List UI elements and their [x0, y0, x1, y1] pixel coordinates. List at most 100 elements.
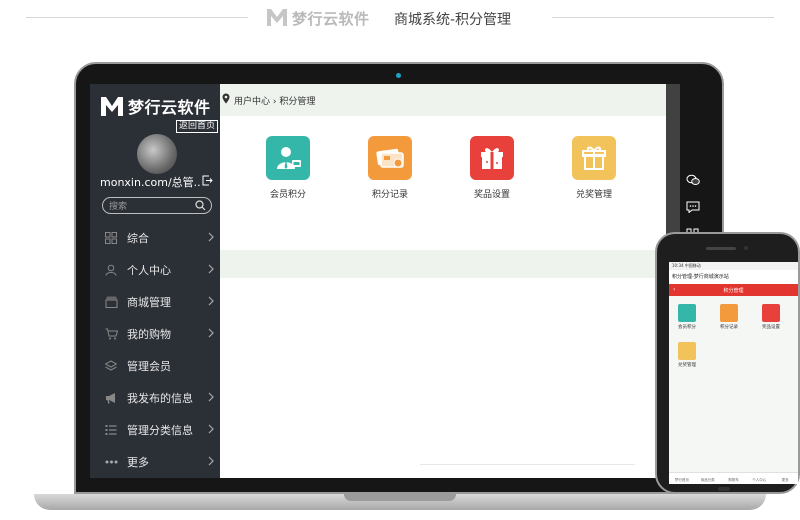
shop-icon — [104, 295, 118, 309]
sidebar-item-label: 管理会员 — [127, 360, 171, 373]
prize-settings-icon — [470, 136, 514, 180]
search-placeholder: 搜索 — [109, 202, 128, 212]
breadcrumb-current: 积分管理 — [279, 97, 316, 107]
tile-redemption-management[interactable]: 兑奖管理 — [564, 136, 624, 200]
message-icon[interactable] — [686, 201, 700, 213]
sidebar-item-profile[interactable]: 个人中心 — [90, 254, 220, 286]
phone-nav-more[interactable]: 更多 — [772, 473, 798, 484]
sidebar-item-label: 商城管理 — [127, 296, 171, 309]
more-icon — [104, 455, 118, 469]
phone-tile-points-record[interactable]: 积分记录 — [715, 304, 743, 330]
breadcrumb-separator: › — [272, 97, 277, 107]
phone-nav-categories[interactable]: 商品分类 — [695, 473, 721, 484]
points-record-icon — [368, 136, 412, 180]
laptop-notch — [344, 494, 456, 501]
chevron-right-icon — [208, 264, 214, 274]
main-content: 用户中心 › 积分管理 会员积分 积分记录 奖品设置 兑奖管理 — [220, 84, 666, 478]
phone-status-bar: 10:34 中国移动 — [669, 262, 798, 270]
chevron-right-icon — [208, 392, 214, 402]
sidebar-item-manage-members[interactable]: 管理会员 — [90, 350, 220, 382]
tile-label: 会员积分 — [678, 325, 696, 330]
sidebar-item-label: 我发布的信息 — [127, 392, 193, 405]
tile-label: 积分记录 — [371, 190, 408, 200]
gift-icon — [678, 342, 696, 360]
tile-member-points[interactable]: 会员积分 — [258, 136, 318, 200]
sidebar: 梦行云软件 返回首页 monxin.com/总管... 搜索 综合 个人中心 商… — [90, 84, 220, 478]
megaphone-icon — [104, 391, 118, 405]
grid-icon — [104, 231, 118, 245]
phone-screen: 10:34 中国移动 积分管理-梦行商城演示站 ‹ 积分管理 会员积分 积分记录… — [669, 262, 798, 484]
chevron-right-icon — [208, 232, 214, 242]
phone-nav-profile[interactable]: 个人中心 — [746, 473, 772, 484]
phone-camera — [744, 246, 748, 250]
tile-label: 积分记录 — [720, 325, 738, 330]
phone-tile-member-points[interactable]: 会员积分 — [673, 304, 701, 330]
tile-prize-settings[interactable]: 奖品设置 — [462, 136, 522, 200]
logout-icon[interactable] — [202, 175, 213, 186]
divider — [420, 464, 635, 465]
sidebar-item-shop-admin[interactable]: 商城管理 — [90, 286, 220, 318]
location-pin-icon — [222, 93, 230, 104]
phone-tile-prize-settings[interactable]: 奖品设置 — [757, 304, 785, 330]
back-home-button[interactable]: 返回首页 — [176, 120, 219, 133]
phone-nav-home[interactable]: 梦行首页 — [669, 473, 695, 484]
heading-subtitle: 商城系统-积分管理 — [394, 12, 512, 28]
tile-label: 兑奖管理 — [575, 190, 612, 200]
phone-body: 会员积分 积分记录 奖品设置 兑奖管理 — [669, 296, 798, 472]
phone-speaker — [706, 247, 736, 250]
phone-status-text: 10:34 中国移动 — [672, 263, 701, 268]
sidebar-item-label: 综合 — [127, 232, 149, 245]
phone-title-bar: 积分管理-梦行商城演示站 — [669, 270, 798, 282]
sidebar-item-general[interactable]: 综合 — [90, 222, 220, 254]
chevron-right-icon — [208, 328, 214, 338]
sidebar-item-label: 我的购物 — [127, 328, 171, 341]
heading-divider-right — [552, 17, 774, 18]
sidebar-item-my-posts[interactable]: 我发布的信息 — [90, 382, 220, 414]
breadcrumb-home-link[interactable]: 用户中心 — [234, 97, 270, 107]
tile-label: 兑奖管理 — [678, 363, 696, 368]
content-band — [220, 250, 666, 278]
member-points-icon — [266, 136, 310, 180]
chevron-right-icon — [208, 456, 214, 466]
user-icon — [104, 263, 118, 277]
prize-settings-icon — [762, 304, 780, 322]
heading-divider-left — [26, 17, 248, 18]
user-name[interactable]: monxin.com/总管... — [100, 174, 200, 190]
phone-home-button — [718, 487, 730, 491]
heading-brand: 梦行云软件 — [292, 10, 370, 28]
phone-header: ‹ 积分管理 — [669, 284, 798, 296]
search-input[interactable]: 搜索 — [102, 197, 212, 214]
layers-icon — [104, 359, 118, 373]
sidebar-logo-icon[interactable] — [100, 95, 124, 117]
phone-page-title: 积分管理-梦行商城演示站 — [672, 274, 729, 280]
sidebar-item-label: 个人中心 — [127, 264, 171, 277]
sidebar-item-more[interactable]: 更多 — [90, 446, 220, 478]
member-points-icon — [678, 304, 696, 322]
sidebar-menu: 综合 个人中心 商城管理 我的购物 管理会员 我发布的信息 管理分类信息 更多 — [90, 222, 220, 478]
sidebar-item-manage-classifieds[interactable]: 管理分类信息 — [90, 414, 220, 446]
laptop-camera — [396, 73, 401, 78]
breadcrumb: 用户中心 › 积分管理 — [220, 84, 666, 116]
brand-logo-icon — [267, 9, 287, 26]
sidebar-brand[interactable]: 梦行云软件 — [128, 94, 211, 118]
gift-icon — [572, 136, 616, 180]
chevron-right-icon — [208, 424, 214, 434]
cart-icon — [104, 327, 118, 341]
phone-header-title: 积分管理 — [723, 288, 744, 294]
list-icon — [104, 423, 118, 437]
page-heading: 梦行云软件 商城系统-积分管理 — [0, 0, 800, 36]
avatar[interactable] — [137, 134, 177, 174]
phone-nav-cart[interactable]: 购物车 — [721, 473, 747, 484]
tile-label: 会员积分 — [269, 190, 306, 200]
tile-label: 奖品设置 — [762, 325, 780, 330]
search-icon[interactable] — [195, 200, 206, 211]
phone-tile-redemption-management[interactable]: 兑奖管理 — [673, 342, 701, 368]
wechat-icon[interactable] — [686, 174, 700, 186]
tile-label: 奖品设置 — [473, 190, 510, 200]
function-tiles: 会员积分 积分记录 奖品设置 兑奖管理 — [220, 136, 666, 206]
phone-bottom-nav: 梦行首页 商品分类 购物车 个人中心 更多 — [669, 472, 798, 484]
points-record-icon — [720, 304, 738, 322]
sidebar-item-label: 管理分类信息 — [127, 424, 193, 437]
tile-points-record[interactable]: 积分记录 — [360, 136, 420, 200]
sidebar-item-my-shopping[interactable]: 我的购物 — [90, 318, 220, 350]
